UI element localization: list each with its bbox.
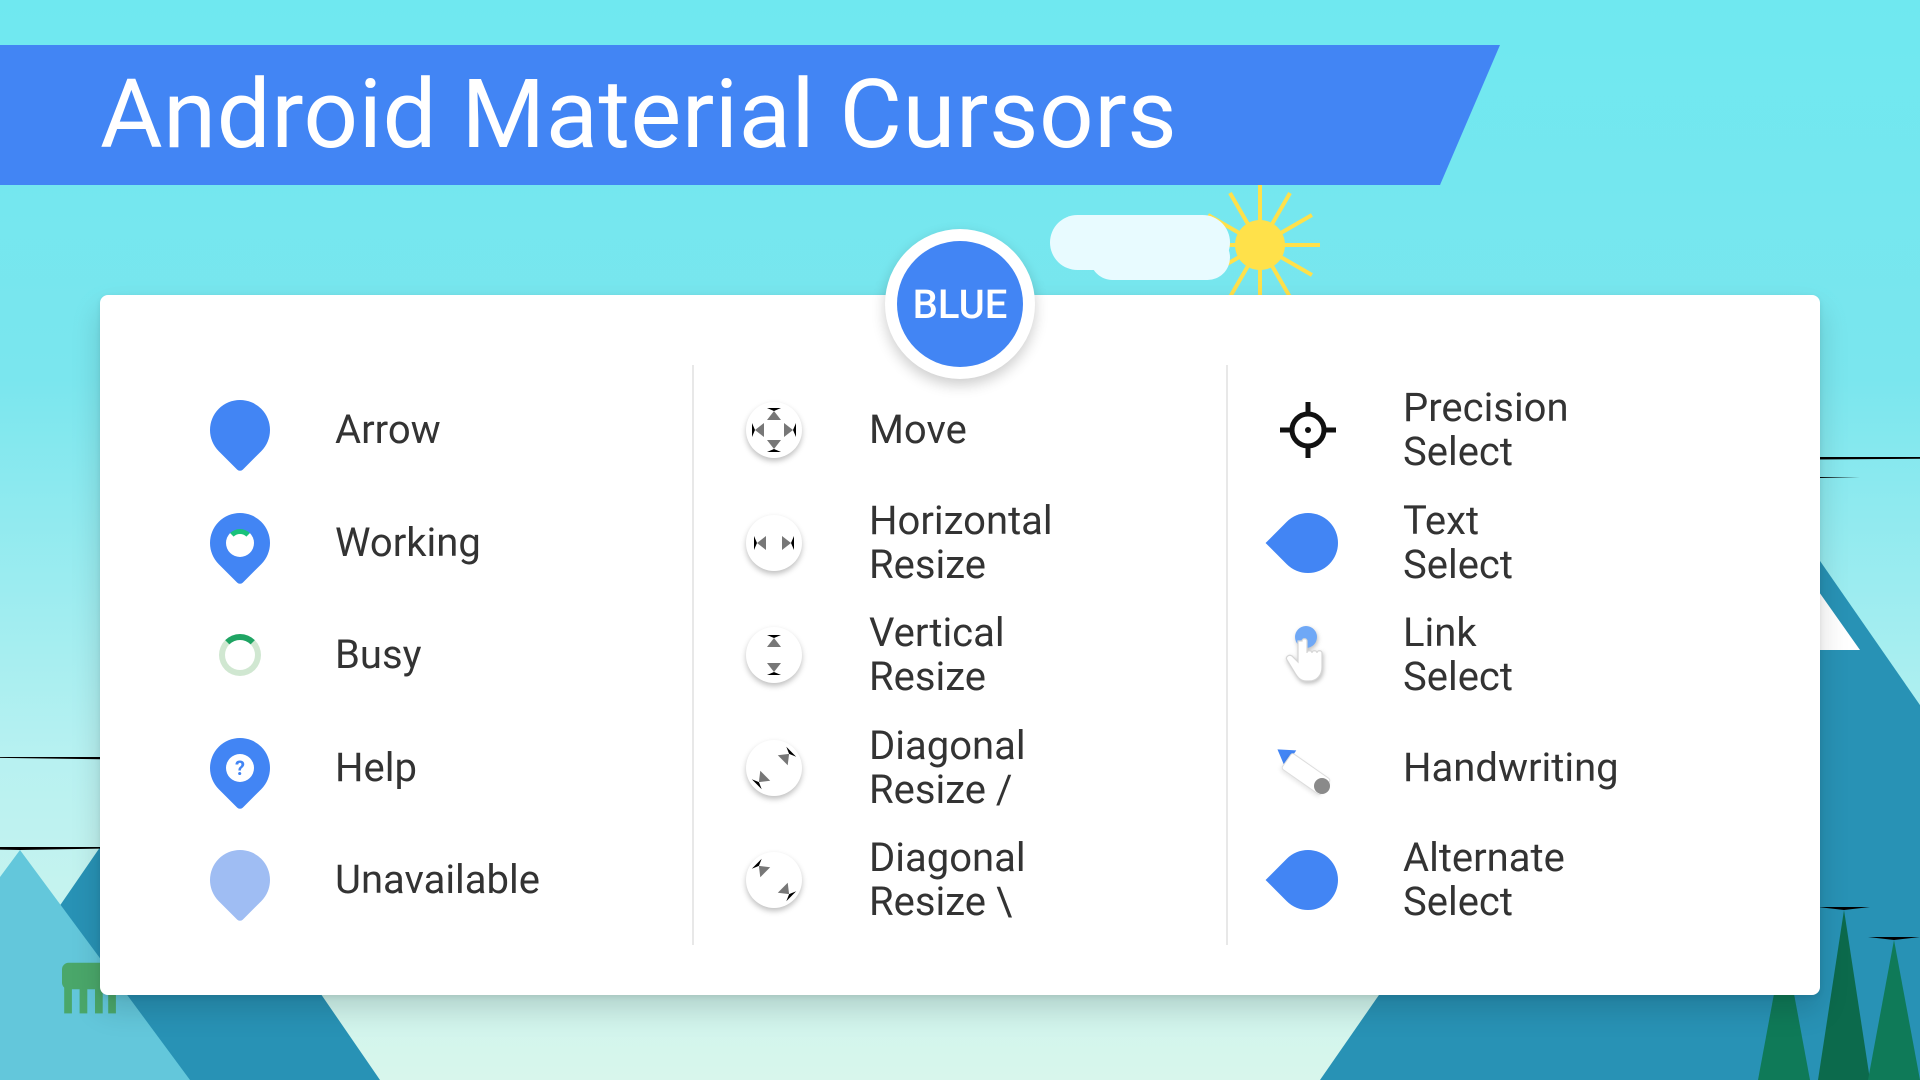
page-title: Android Material Cursors [100, 59, 1177, 171]
cursor-card: BLUE Arrow Working Busy [100, 295, 1820, 995]
cursor-row: Handwriting [1268, 713, 1720, 823]
cursor-label: Handwriting [1403, 746, 1619, 790]
help-cursor-icon: ? [200, 728, 280, 808]
busy-cursor-icon [200, 615, 280, 695]
cursor-label: AlternateSelect [1403, 836, 1565, 924]
cursor-row: AlternateSelect [1268, 825, 1720, 935]
wallpaper: Android Material Cursors BLUE Arrow Work… [0, 0, 1920, 1080]
cursor-label: LinkSelect [1403, 611, 1513, 699]
handwriting-cursor-icon [1268, 728, 1348, 808]
vertical-resize-cursor-icon [734, 615, 814, 695]
cursor-row: Working [200, 488, 652, 598]
cursor-column: PrecisionSelect TextSelect LinkSelect [1226, 365, 1760, 945]
tree-icon [1868, 937, 1920, 1080]
cursor-label: DiagonalResize / [869, 724, 1026, 812]
cursor-label: PrecisionSelect [1403, 386, 1569, 474]
alternate-select-cursor-icon [1268, 840, 1348, 920]
diagonal-resize-2-cursor-icon [734, 840, 814, 920]
cursor-row: Unavailable [200, 825, 652, 935]
cursor-row: PrecisionSelect [1268, 375, 1720, 485]
cloud-icon [1090, 235, 1230, 280]
cursor-label: Move [869, 408, 967, 452]
cursor-label: Working [335, 521, 481, 565]
title-ribbon: Android Material Cursors [0, 45, 1500, 185]
cursor-row: DiagonalResize \ [734, 825, 1186, 935]
cursor-label: Unavailable [335, 858, 540, 902]
horizontal-resize-cursor-icon [734, 503, 814, 583]
link-select-cursor-icon [1268, 615, 1348, 695]
cursor-row: Arrow [200, 375, 652, 485]
cursor-label: Busy [335, 633, 422, 677]
text-select-cursor-icon [1268, 503, 1348, 583]
cursor-column: Arrow Working Busy ? Help [160, 365, 692, 945]
cursor-row: LinkSelect [1268, 600, 1720, 710]
cursor-row: ? Help [200, 713, 652, 823]
cursor-label: TextSelect [1403, 499, 1513, 587]
cursor-row: VerticalResize [734, 600, 1186, 710]
cursor-row: TextSelect [1268, 488, 1720, 598]
theme-badge-label: BLUE [897, 241, 1023, 367]
unavailable-cursor-icon [200, 840, 280, 920]
precision-select-cursor-icon [1268, 390, 1348, 470]
cursor-label: VerticalResize [869, 611, 1005, 699]
cursor-label: Arrow [335, 408, 441, 452]
arrow-cursor-icon [200, 390, 280, 470]
cursor-row: Move [734, 375, 1186, 485]
cursor-label: Help [335, 746, 417, 790]
cursor-column: Move HorizontalResize [692, 365, 1226, 945]
diagonal-resize-1-cursor-icon [734, 728, 814, 808]
tree-icon [1818, 907, 1870, 1080]
cursor-row: HorizontalResize [734, 488, 1186, 598]
move-cursor-icon [734, 390, 814, 470]
cursor-row: DiagonalResize / [734, 713, 1186, 823]
theme-badge: BLUE [885, 229, 1035, 379]
working-cursor-icon [200, 503, 280, 583]
cursor-label: DiagonalResize \ [869, 836, 1026, 924]
cursor-label: HorizontalResize [869, 499, 1053, 587]
cursor-row: Busy [200, 600, 652, 710]
